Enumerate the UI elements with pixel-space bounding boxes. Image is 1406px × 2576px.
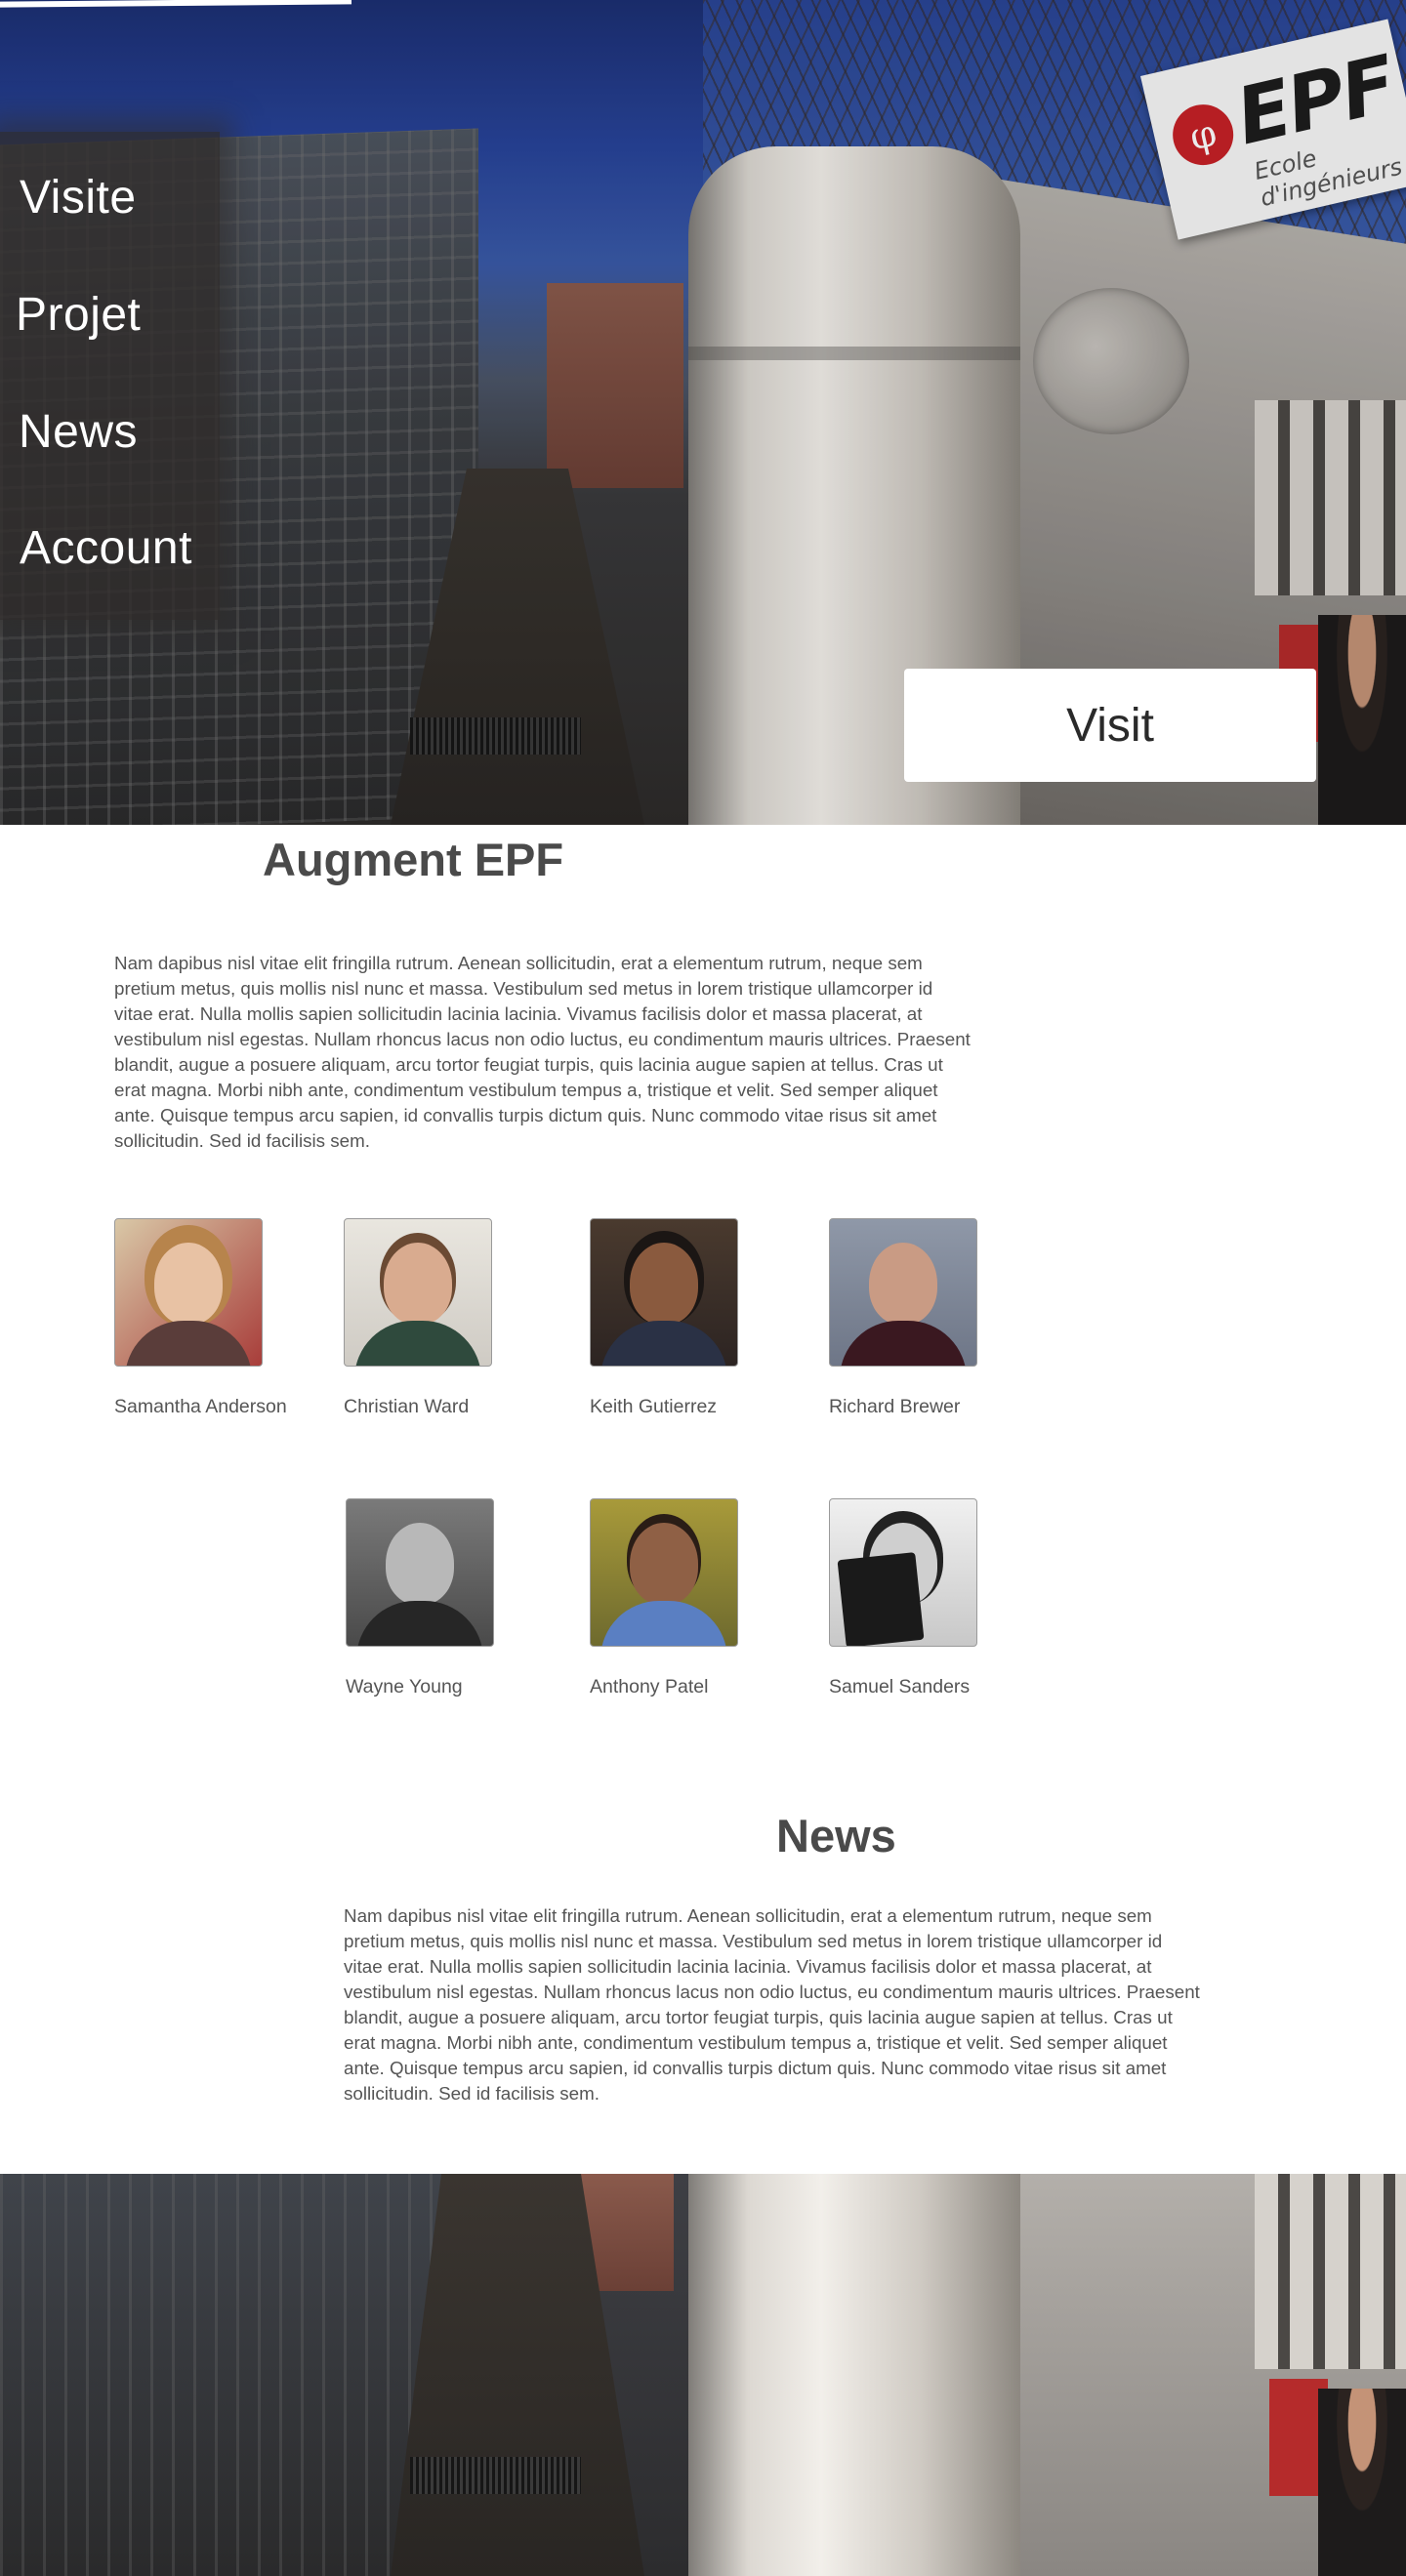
member-photo [590,1218,738,1367]
nav-item-account[interactable]: Account [20,521,192,575]
footer-pillar-image [688,2174,1020,2576]
team-member: Richard Brewer [829,1218,1083,1418]
news-title: News [776,1810,896,1861]
member-photo [344,1218,492,1367]
member-name: Samantha Anderson [114,1396,287,1417]
about-paragraph: Nam dapibus nisl vitae elit fringilla ru… [114,953,971,1151]
side-nav: Visite Projet News Account [0,132,220,620]
member-name: Samuel Sanders [829,1676,971,1697]
footer-person-blurred [1318,2389,1406,2576]
footer-banner [0,2174,1406,2576]
nav-item-news[interactable]: News [19,405,138,459]
team-member: Anthony Patel [590,1498,844,1698]
team-member: Christian Ward [344,1218,598,1418]
member-photo [829,1218,977,1367]
member-name: Keith Gutierrez [590,1396,718,1417]
hero-banner: φ EPF Ecole d'ingénieurs Visite Projet N… [0,0,1406,825]
nav-item-projet[interactable]: Projet [16,288,141,342]
member-photo [829,1498,977,1647]
visit-button[interactable]: Visit [904,669,1316,782]
nav-item-visite[interactable]: Visite [20,171,137,225]
member-name: Wayne Young [346,1676,463,1697]
member-name: Christian Ward [344,1396,470,1417]
footer-wall-balusters [1255,2174,1406,2369]
member-name: Richard Brewer [829,1396,961,1417]
member-photo [346,1498,494,1647]
member-name: Anthony Patel [590,1676,709,1697]
team-member: Keith Gutierrez [590,1218,844,1418]
team-member: Wayne Young [346,1498,600,1698]
member-photo [590,1498,738,1647]
footer-drain-grate [410,2457,581,2494]
team-member: Samantha Anderson [114,1218,368,1418]
about-title: Augment EPF [263,834,564,885]
news-paragraph: Nam dapibus nisl vitae elit fringilla ru… [344,1905,1200,2104]
team-member: Samuel Sanders [829,1498,1083,1698]
member-photo [114,1218,263,1367]
